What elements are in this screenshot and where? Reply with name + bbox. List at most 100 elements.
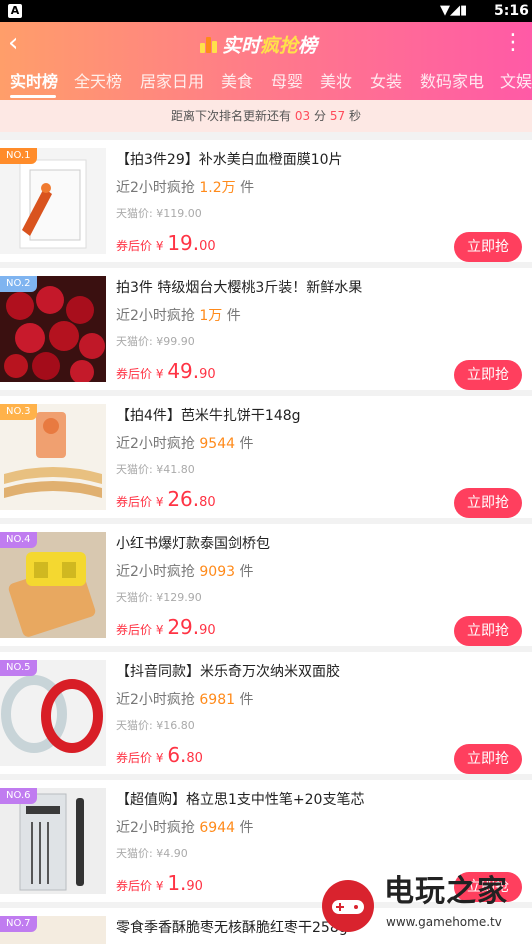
countdown-prefix: 距离下次排名更新还有 xyxy=(171,109,292,123)
product-item[interactable]: NO.2 拍3件 特级烟台大樱桃3斤装！新鲜水果 近2小时疯抢 1万 件 天猫价… xyxy=(0,268,532,390)
product-image: NO.7 xyxy=(0,916,106,944)
sold-prefix: 近2小时疯抢 xyxy=(116,436,195,452)
sold-unit: 件 xyxy=(239,436,254,452)
original-price: 天猫价: ¥99.90 xyxy=(116,335,195,348)
countdown-bar: 距离下次排名更新还有 03 分 57 秒 xyxy=(0,100,532,132)
price-label: 券后价 xyxy=(116,623,153,637)
title-prefix: 实时 xyxy=(222,34,261,57)
price-int: 6. xyxy=(167,743,187,767)
price-dec: 00 xyxy=(199,239,216,254)
original-price: 天猫价: ¥41.80 xyxy=(116,463,195,476)
sold-unit: 件 xyxy=(239,820,254,836)
price-dec: 80 xyxy=(186,751,203,766)
sold-unit: 件 xyxy=(239,692,254,708)
product-item[interactable]: NO.1 【拍3件29】补水美白血橙面膜10片 近2小时疯抢 1.2万 件 天猫… xyxy=(0,140,532,262)
original-price: 天猫价: ¥129.90 xyxy=(116,591,202,604)
product-item[interactable]: NO.4 小红书爆灯款泰国剑桥包 近2小时疯抢 9093 件 天猫价: ¥129… xyxy=(0,524,532,646)
sold-count: 6944 xyxy=(199,820,236,836)
buy-now-button[interactable]: 立即抢 xyxy=(454,488,522,518)
game-controller-logo xyxy=(322,880,374,932)
sold-unit: 件 xyxy=(239,564,254,580)
product-image: NO.6 xyxy=(0,788,106,894)
sold-prefix: 近2小时疯抢 xyxy=(116,692,195,708)
status-bar: A ▼◢▮ 5:16 xyxy=(0,0,532,22)
watermark-text: 电玩之家 xyxy=(384,874,508,909)
currency: ¥ xyxy=(155,495,164,509)
coupon-price: 券后价 ¥ 19.00 xyxy=(116,230,216,260)
watermark: 电玩之家 www.gamehome.tv xyxy=(318,870,532,944)
price-int: 49. xyxy=(167,359,200,383)
buy-now-button[interactable]: 立即抢 xyxy=(454,360,522,390)
sold-prefix: 近2小时疯抢 xyxy=(116,564,195,580)
buy-now-button[interactable]: 立即抢 xyxy=(454,616,522,646)
price-label: 券后价 xyxy=(116,879,153,893)
app-notification-icon: A xyxy=(8,4,22,18)
price-int: 26. xyxy=(167,487,200,511)
currency: ¥ xyxy=(155,239,164,253)
more-options-icon[interactable]: ⋮ xyxy=(502,30,524,56)
price-int: 29. xyxy=(167,615,200,639)
price-label: 券后价 xyxy=(116,367,153,381)
product-item[interactable]: NO.3 【拍4件】芭米牛扎饼干148g 近2小时疯抢 9544 件 天猫价: … xyxy=(0,396,532,518)
rank-badge: NO.1 xyxy=(0,148,37,164)
sold-prefix: 近2小时疯抢 xyxy=(116,308,195,324)
bar-chart-icon xyxy=(200,35,218,53)
buy-now-button[interactable]: 立即抢 xyxy=(454,232,522,262)
product-item[interactable]: NO.5 【抖音同款】米乐奇万次纳米双面胶 近2小时疯抢 6981 件 天猫价:… xyxy=(0,652,532,774)
tab-realtime[interactable]: 实时榜 xyxy=(10,70,58,94)
price-label: 券后价 xyxy=(116,495,153,509)
tab-food[interactable]: 美食 xyxy=(221,70,253,94)
rank-badge: NO.5 xyxy=(0,660,37,676)
currency: ¥ xyxy=(155,367,164,381)
currency: ¥ xyxy=(155,879,164,893)
product-name: 【超值购】格立思1支中性笔+20支笔芯 xyxy=(116,792,365,808)
buy-now-button[interactable]: 立即抢 xyxy=(454,744,522,774)
header: ‹ 实时疯抢榜 ⋮ 实时榜 全天榜 居家日用 美食 母婴 美妆 女装 数码家电 … xyxy=(0,22,532,100)
back-chevron-icon[interactable]: ‹ xyxy=(8,30,30,56)
sold-prefix: 近2小时疯抢 xyxy=(116,820,195,836)
product-image: NO.2 xyxy=(0,276,106,382)
category-tabs: 实时榜 全天榜 居家日用 美食 母婴 美妆 女装 数码家电 文娱 xyxy=(0,68,532,100)
product-image: NO.1 xyxy=(0,148,106,254)
countdown-sec-unit: 秒 xyxy=(348,109,361,123)
sold-count: 9093 xyxy=(199,564,236,580)
tab-women[interactable]: 女装 xyxy=(370,70,402,94)
product-name: 【拍3件29】补水美白血橙面膜10片 xyxy=(116,152,343,168)
tab-home[interactable]: 居家日用 xyxy=(140,70,204,94)
status-time: 5:16 xyxy=(494,3,529,19)
tab-allday[interactable]: 全天榜 xyxy=(74,70,122,94)
rank-badge: NO.4 xyxy=(0,532,37,548)
watermark-url: www.gamehome.tv xyxy=(386,915,502,929)
price-dec: 90 xyxy=(199,623,216,638)
product-image: NO.4 xyxy=(0,532,106,638)
price-int: 1. xyxy=(167,871,187,895)
tab-beauty[interactable]: 美妆 xyxy=(320,70,352,94)
currency: ¥ xyxy=(155,751,164,765)
product-image: NO.3 xyxy=(0,404,106,510)
product-name: 拍3件 特级烟台大樱桃3斤装！新鲜水果 xyxy=(116,280,363,296)
original-price: 天猫价: ¥16.80 xyxy=(116,719,195,732)
product-name: 【抖音同款】米乐奇万次纳米双面胶 xyxy=(116,664,340,680)
active-tab-indicator xyxy=(10,95,56,98)
product-name: 【拍4件】芭米牛扎饼干148g xyxy=(116,408,301,424)
product-name: 小红书爆灯款泰国剑桥包 xyxy=(116,536,270,552)
coupon-price: 券后价 ¥ 49.90 xyxy=(116,358,216,388)
tab-digital[interactable]: 数码家电 xyxy=(420,70,484,94)
title-suffix: 榜 xyxy=(298,34,318,57)
price-dec: 90 xyxy=(186,879,203,894)
coupon-price: 券后价 ¥ 29.90 xyxy=(116,614,216,644)
coupon-price: 券后价 ¥ 26.80 xyxy=(116,486,216,516)
original-price: 天猫价: ¥119.00 xyxy=(116,207,202,220)
sold-count: 1万 xyxy=(199,308,223,324)
rank-badge: NO.3 xyxy=(0,404,37,420)
tab-baby[interactable]: 母婴 xyxy=(271,70,303,94)
countdown-seconds: 57 xyxy=(329,109,346,123)
tab-entertainment[interactable]: 文娱 xyxy=(500,70,532,94)
sold-prefix: 近2小时疯抢 xyxy=(116,180,195,196)
price-label: 券后价 xyxy=(116,751,153,765)
price-dec: 80 xyxy=(199,495,216,510)
page-title: 实时疯抢榜 xyxy=(200,30,317,58)
product-image: NO.5 xyxy=(0,660,106,766)
rank-badge: NO.7 xyxy=(0,916,37,932)
signal-wifi-battery-icon: ▼◢▮ xyxy=(440,3,468,18)
